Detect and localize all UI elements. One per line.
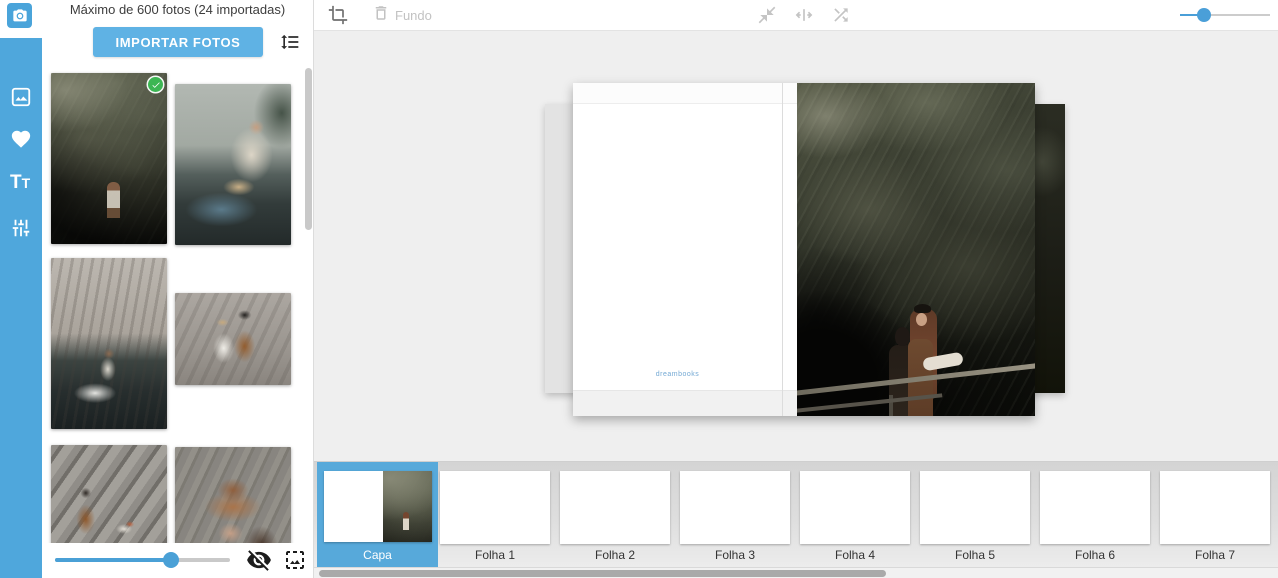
- page-tile-folha-5[interactable]: Folha 5: [920, 462, 1030, 568]
- page-thumbnail[interactable]: [560, 471, 670, 544]
- book-canvas[interactable]: dreambooks: [314, 30, 1278, 461]
- page-label: Folha 7: [1160, 548, 1270, 562]
- page-label: Folha 1: [440, 548, 550, 562]
- eye-off-icon[interactable]: [246, 547, 272, 573]
- spine-fold-line: [782, 83, 783, 416]
- photobook-editor: TT Máximo de 600 fotos (24 importadas) I…: [0, 0, 1278, 578]
- page-label: Folha 2: [560, 548, 670, 562]
- capa-thumbnail-photo: [383, 471, 432, 542]
- adjustments-icon[interactable]: [10, 217, 32, 239]
- canvas-zoom-slider-knob[interactable]: [1197, 8, 1211, 22]
- import-photos-button[interactable]: IMPORTAR FOTOS: [93, 27, 263, 57]
- page-thumbnail[interactable]: [324, 471, 432, 542]
- photo-panel-bottom-bar: [42, 543, 313, 578]
- pages-filmstrip: Capa Folha 1 Folha 2 Folha 3 Folha 4 Fol…: [314, 461, 1278, 567]
- page-tile-folha-3[interactable]: Folha 3: [680, 462, 790, 568]
- page-tile-folha-2[interactable]: Folha 2: [560, 462, 670, 568]
- page-label: Folha 3: [680, 548, 790, 562]
- sidebar-nav: TT: [0, 38, 42, 578]
- text-icon[interactable]: TT: [10, 172, 32, 194]
- background-button[interactable]: Fundo: [372, 5, 432, 25]
- trash-icon: [372, 4, 390, 27]
- camera-icon[interactable]: [7, 3, 32, 28]
- thumbnail-size-slider-knob[interactable]: [163, 552, 179, 568]
- photo-thumbnail[interactable]: [51, 258, 167, 429]
- photos-icon[interactable]: [10, 86, 32, 108]
- bleed-guide-top: [573, 83, 797, 104]
- brand-logo-text: dreambooks: [573, 371, 782, 378]
- text-icon-glyph-small: T: [22, 175, 31, 191]
- photo-used-check-icon: [148, 77, 163, 92]
- sidebar: TT: [0, 0, 42, 578]
- collapse-arrows-icon[interactable]: [757, 5, 777, 25]
- editor-main: Fundo: [313, 0, 1278, 578]
- page-tile-folha-7[interactable]: Folha 7: [1160, 462, 1270, 568]
- back-cover-page[interactable]: dreambooks: [573, 83, 797, 416]
- cover-photo-woman-face: [916, 313, 927, 326]
- crop-icon[interactable]: [328, 5, 348, 25]
- photo-thumbnail[interactable]: [51, 73, 167, 244]
- photo-thumbnail[interactable]: [175, 293, 291, 385]
- image-placeholder-icon[interactable]: [283, 548, 307, 572]
- editor-toolbar: Fundo: [314, 0, 1278, 30]
- page-tile-folha-4[interactable]: Folha 4: [800, 462, 910, 568]
- split-arrows-icon[interactable]: [794, 5, 814, 25]
- text-icon-glyph-large: T: [10, 172, 22, 193]
- photo-panel-scrollbar[interactable]: [305, 68, 312, 230]
- page-tile-folha-1[interactable]: Folha 1: [440, 462, 550, 568]
- photo-thumbnail[interactable]: [175, 84, 291, 245]
- page-thumbnail[interactable]: [1040, 471, 1150, 544]
- page-label: Capa: [317, 548, 438, 562]
- page-label: Folha 6: [1040, 548, 1150, 562]
- front-cover-photo[interactable]: [797, 83, 1035, 416]
- book-cover-spread[interactable]: dreambooks: [573, 83, 1035, 416]
- shuffle-icon[interactable]: [831, 5, 851, 25]
- cover-photo-woman-hat: [914, 304, 931, 313]
- capa-thumbnail-figure: [403, 512, 409, 530]
- photo-panel: Máximo de 600 fotos (24 importadas) IMPO…: [42, 0, 313, 578]
- page-thumbnail[interactable]: [1160, 471, 1270, 544]
- canvas-zoom-slider[interactable]: [1180, 14, 1270, 16]
- page-thumbnail[interactable]: [920, 471, 1030, 544]
- thumbnail-size-slider[interactable]: [55, 558, 230, 562]
- page-thumbnail[interactable]: [680, 471, 790, 544]
- photo-count-header: Máximo de 600 fotos (24 importadas): [42, 2, 313, 17]
- filmstrip-scrollbar-thumb[interactable]: [319, 570, 886, 577]
- heart-icon[interactable]: [10, 128, 32, 150]
- background-button-label: Fundo: [395, 8, 432, 23]
- page-tile-folha-6[interactable]: Folha 6: [1040, 462, 1150, 568]
- page-thumbnail[interactable]: [800, 471, 910, 544]
- filmstrip-scrollbar[interactable]: [314, 567, 1278, 578]
- line-spacing-icon[interactable]: [280, 32, 300, 52]
- bleed-guide-bottom: [573, 390, 797, 416]
- page-tile-capa[interactable]: Capa: [317, 462, 438, 568]
- thumbnail-size-slider-fill: [55, 558, 171, 562]
- page-label: Folha 5: [920, 548, 1030, 562]
- page-thumbnail[interactable]: [440, 471, 550, 544]
- page-label: Folha 4: [800, 548, 910, 562]
